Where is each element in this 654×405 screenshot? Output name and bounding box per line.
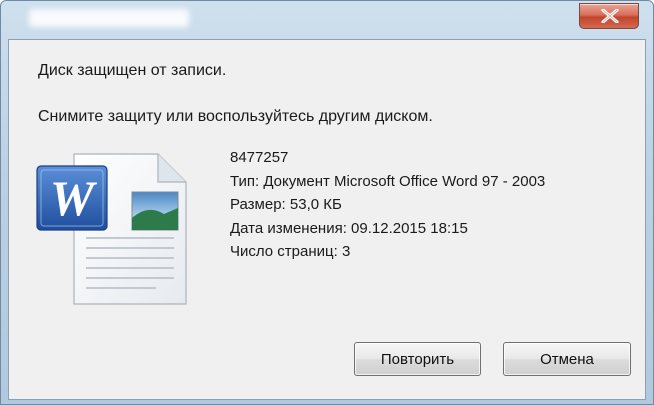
title-bar[interactable] — [1, 1, 653, 41]
file-pages: Число страниц: 3 — [230, 243, 351, 260]
cancel-button[interactable]: Отмена — [503, 342, 631, 376]
word-letter: W — [50, 170, 98, 226]
file-modified: Дата изменения: 09.12.2015 18:15 — [230, 219, 468, 237]
dialog-body: Диск защищен от записи. Снимите защиту и… — [8, 39, 646, 400]
file-info: 8477257 Тип: Документ Microsoft Office W… — [230, 146, 545, 264]
close-icon — [601, 9, 619, 23]
dialog-window: Диск защищен от записи. Снимите защиту и… — [0, 0, 654, 405]
blurred-title — [29, 9, 189, 27]
file-name: 8477257 — [230, 149, 289, 166]
error-message: Диск защищен от записи. — [38, 62, 227, 79]
instruction-message: Снимите защиту или воспользуйтесь другим… — [38, 108, 433, 125]
file-type: Тип: Документ Microsoft Office Word 97 -… — [230, 172, 546, 190]
word-document-icon: W — [36, 148, 191, 308]
file-size: Размер: 53,0 КБ — [230, 196, 342, 213]
close-button[interactable] — [579, 3, 639, 29]
retry-button[interactable]: Повторить — [354, 342, 481, 376]
